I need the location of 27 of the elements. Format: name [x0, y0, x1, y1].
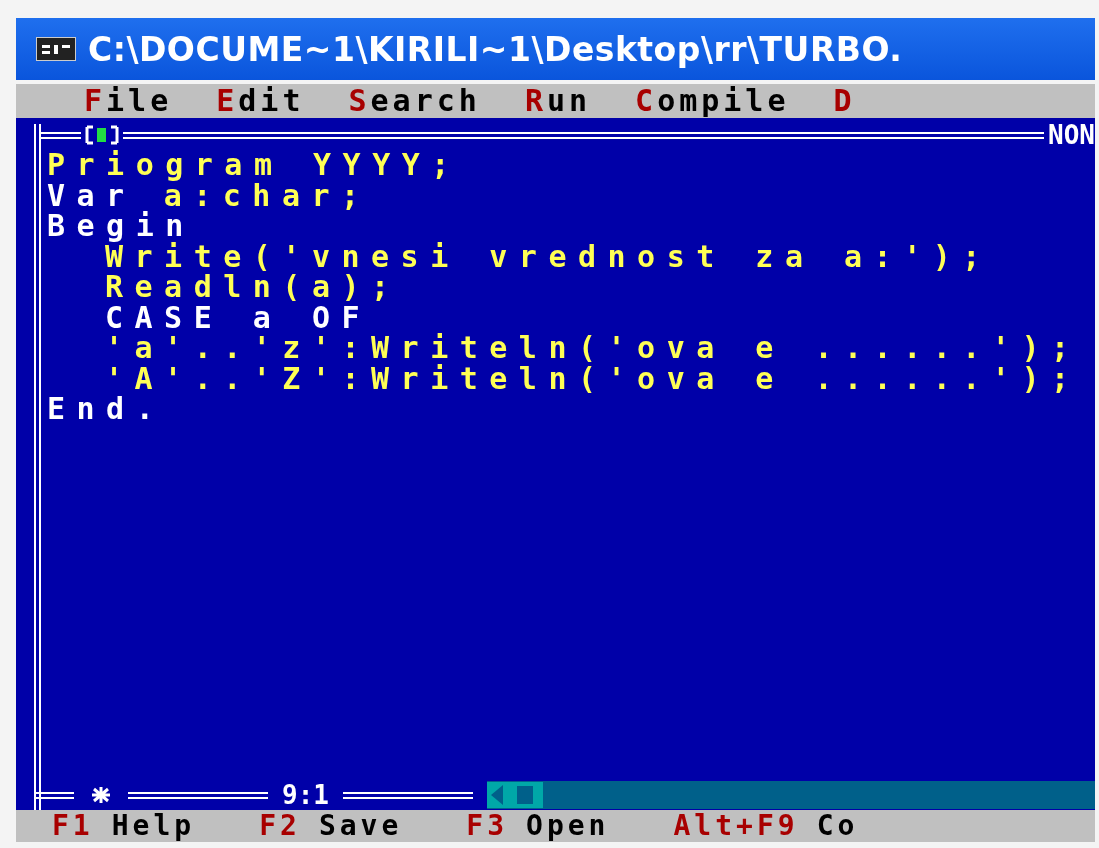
code-text: Priogram YYYY;	[47, 150, 461, 181]
cursor-position: 9:1	[282, 784, 329, 806]
menu-item[interactable]: F ile	[84, 85, 173, 117]
close-box-icon[interactable]	[85, 125, 119, 145]
menu-item[interactable]: Run	[524, 85, 592, 117]
menu-item[interactable]: S earch	[348, 85, 481, 117]
frame-border-line	[41, 131, 81, 139]
horizontal-scrollbar[interactable]	[486, 781, 1095, 809]
menu-item[interactable]: Edit	[216, 85, 305, 117]
code-keyword: Var	[47, 180, 136, 211]
code-text: Readln(a);	[105, 272, 401, 303]
code-text: 'a'..'z':Writeln('ova e ......');	[105, 333, 1081, 364]
shortcut-hint[interactable]: Alt+F9 Co	[673, 811, 859, 841]
menu-item[interactable]: C ompile	[635, 85, 790, 117]
code-keyword: End.	[47, 394, 166, 425]
code-text: Write('vnesi vrednost za a:');	[105, 241, 992, 272]
shortcut-hint[interactable]: F2 Save	[259, 811, 403, 841]
code-text: a:char;	[163, 180, 371, 211]
shortcut-hint[interactable]: F1 Help	[52, 811, 196, 841]
window-title: C:\DOCUME~1\KIRILI~1\Desktop\rr\TURBO.	[88, 29, 903, 69]
code-keyword: Begin	[47, 211, 195, 242]
shortcut-hint[interactable]: F3 Open	[466, 811, 610, 841]
code-text: 'A'..'Z':Writeln('ova e ......');	[105, 363, 1081, 394]
menu-item[interactable]: D	[833, 85, 856, 117]
frame-label: NON	[1048, 124, 1095, 146]
console-icon	[36, 37, 76, 61]
code-keyword: CASE a OF	[105, 302, 372, 333]
